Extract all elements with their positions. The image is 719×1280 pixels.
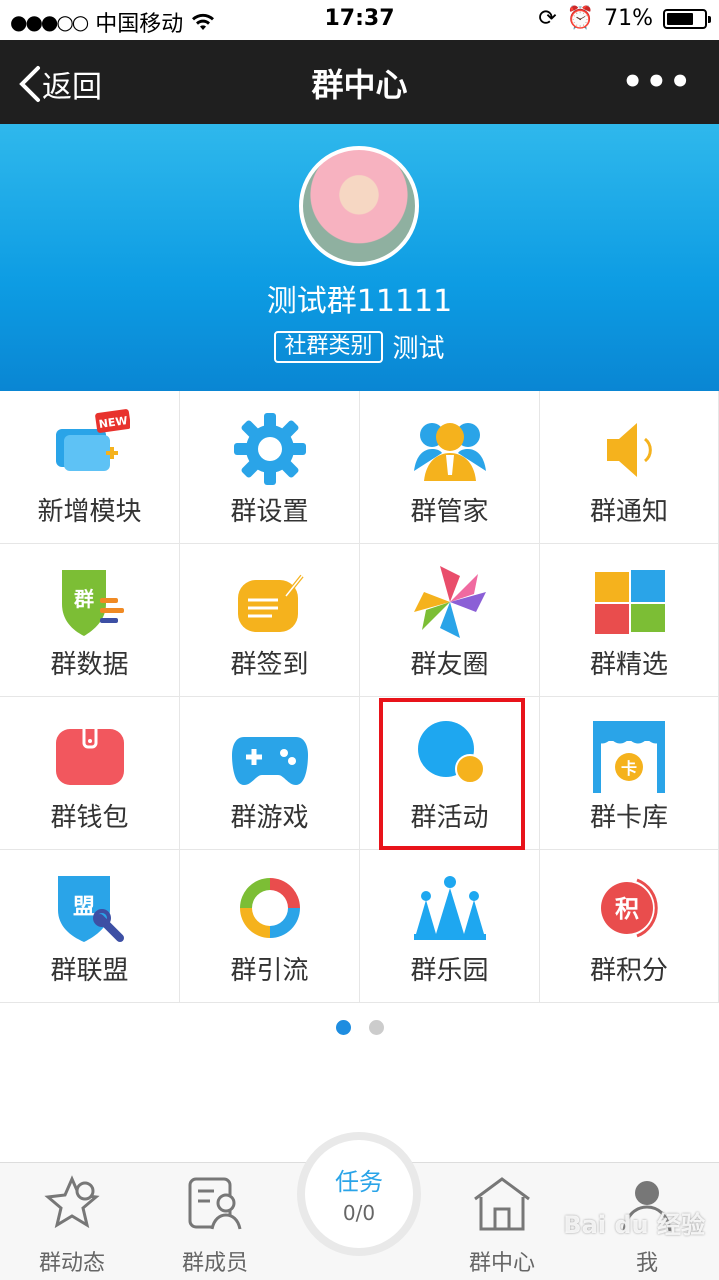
points-icon-text: 积 xyxy=(615,895,639,923)
battery-icon xyxy=(663,8,711,29)
points-icon: 积 xyxy=(601,878,658,938)
task-label: 任务 xyxy=(335,1168,383,1196)
category-tag: 社群类别 xyxy=(274,330,383,363)
data-shield-icon: 群 xyxy=(61,570,124,636)
alliance-icon: 盟 xyxy=(57,876,124,942)
tab-members[interactable]: 群成员 xyxy=(165,1173,265,1277)
gamepad-icon xyxy=(231,737,308,785)
more-button[interactable]: ••• xyxy=(622,62,693,102)
tab-group-feed[interactable]: 群动态 xyxy=(22,1173,122,1277)
tab-label: 群成员 xyxy=(181,1251,248,1276)
group-avatar[interactable] xyxy=(299,146,419,266)
grid-item-park[interactable]: 群乐园 xyxy=(360,850,540,1003)
home-icon xyxy=(474,1177,530,1231)
task-count: 0/0 xyxy=(342,1201,376,1225)
group-category: 社群类别 测试 xyxy=(0,328,719,365)
new-module-icon: NEW xyxy=(55,409,130,471)
watermark: Bai du 经验 xyxy=(563,1211,705,1239)
pinwheel-icon xyxy=(413,566,486,638)
page-dot-active[interactable] xyxy=(335,1020,351,1035)
tab-label: 群动态 xyxy=(38,1251,105,1276)
grid-item-label: 群引流 xyxy=(230,956,309,986)
grid-item-traffic[interactable]: 群引流 xyxy=(180,850,360,1003)
grid-item-label: 群卡库 xyxy=(589,803,668,833)
group-header: 测试群11111 社群类别 测试 xyxy=(0,124,719,391)
signin-icon xyxy=(237,574,304,632)
page-indicator xyxy=(0,1020,719,1035)
grid-item-signin[interactable]: 群签到 xyxy=(180,544,360,697)
gear-icon xyxy=(233,413,306,485)
grid-item-featured[interactable]: 群精选 xyxy=(540,544,719,697)
status-bar: ●●●○○ 中国移动 17:37 ⟳ ⏰ 71% xyxy=(0,0,719,40)
speaker-icon xyxy=(607,423,652,477)
card-icon-text: 卡 xyxy=(621,759,637,778)
grid-item-label: 群管家 xyxy=(410,497,489,527)
feature-grid: NEW 新增模块 群设置 群管家 群通知 群 群数据 群签到 群友圈 群精选 群… xyxy=(0,391,719,1003)
alarm-icon: ⏰ xyxy=(566,6,595,31)
category-value: 测试 xyxy=(392,334,445,364)
manager-icon xyxy=(413,423,486,481)
group-name: 测试群11111 xyxy=(266,284,453,319)
star-person-icon xyxy=(44,1175,100,1229)
wallet-icon xyxy=(55,723,124,785)
tab-label: 群中心 xyxy=(468,1251,535,1276)
grid-item-label: 群积分 xyxy=(589,956,668,986)
grid-item-label: 新增模块 xyxy=(37,497,142,527)
grid-item-label: 群钱包 xyxy=(50,803,129,833)
grid-item-settings[interactable]: 群设置 xyxy=(180,391,360,544)
grid-item-label: 群游戏 xyxy=(230,803,309,833)
tab-label: 我 xyxy=(635,1251,658,1276)
grid-item-data[interactable]: 群 群数据 xyxy=(0,544,180,697)
ring-icon xyxy=(239,878,300,938)
task-button[interactable]: 任务 0/0 xyxy=(297,1132,421,1256)
battery-percent: 71% xyxy=(604,6,653,31)
grid-item-new-module[interactable]: NEW 新增模块 xyxy=(0,391,180,544)
grid-item-label: 群设置 xyxy=(230,497,309,527)
grid-item-label: 群数据 xyxy=(50,650,129,680)
tab-group-center[interactable]: 群中心 xyxy=(452,1173,552,1277)
grid-item-alliance[interactable]: 盟 群联盟 xyxy=(0,850,180,1003)
grid-item-card-store[interactable]: 卡 群卡库 xyxy=(540,697,719,850)
card-store-icon: 卡 xyxy=(593,721,665,793)
grid-item-notice[interactable]: 群通知 xyxy=(540,391,719,544)
rotation-lock-icon: ⟳ xyxy=(538,6,557,31)
alliance-icon-text: 盟 xyxy=(72,895,94,920)
windows-icon xyxy=(595,570,665,634)
highlight-box xyxy=(379,698,525,850)
grid-item-label: 群签到 xyxy=(230,650,309,680)
grid-item-label: 群精选 xyxy=(589,650,668,680)
grid-item-label: 群乐园 xyxy=(410,956,489,986)
crown-icon xyxy=(413,876,486,940)
grid-item-label: 群友圈 xyxy=(410,650,489,680)
data-icon-text: 群 xyxy=(73,587,94,611)
grid-item-label: 群通知 xyxy=(589,497,668,527)
grid-item-moments[interactable]: 群友圈 xyxy=(360,544,540,697)
members-icon xyxy=(188,1177,242,1230)
page-dot[interactable] xyxy=(368,1020,384,1035)
grid-item-points[interactable]: 积 群积分 xyxy=(540,850,719,1003)
grid-item-wallet[interactable]: 群钱包 xyxy=(0,697,180,850)
nav-bar: 返回 群中心 ••• xyxy=(0,40,719,124)
page-title: 群中心 xyxy=(311,66,408,104)
grid-item-games[interactable]: 群游戏 xyxy=(180,697,360,850)
grid-item-label: 群联盟 xyxy=(50,956,129,986)
grid-item-manager[interactable]: 群管家 xyxy=(360,391,540,544)
